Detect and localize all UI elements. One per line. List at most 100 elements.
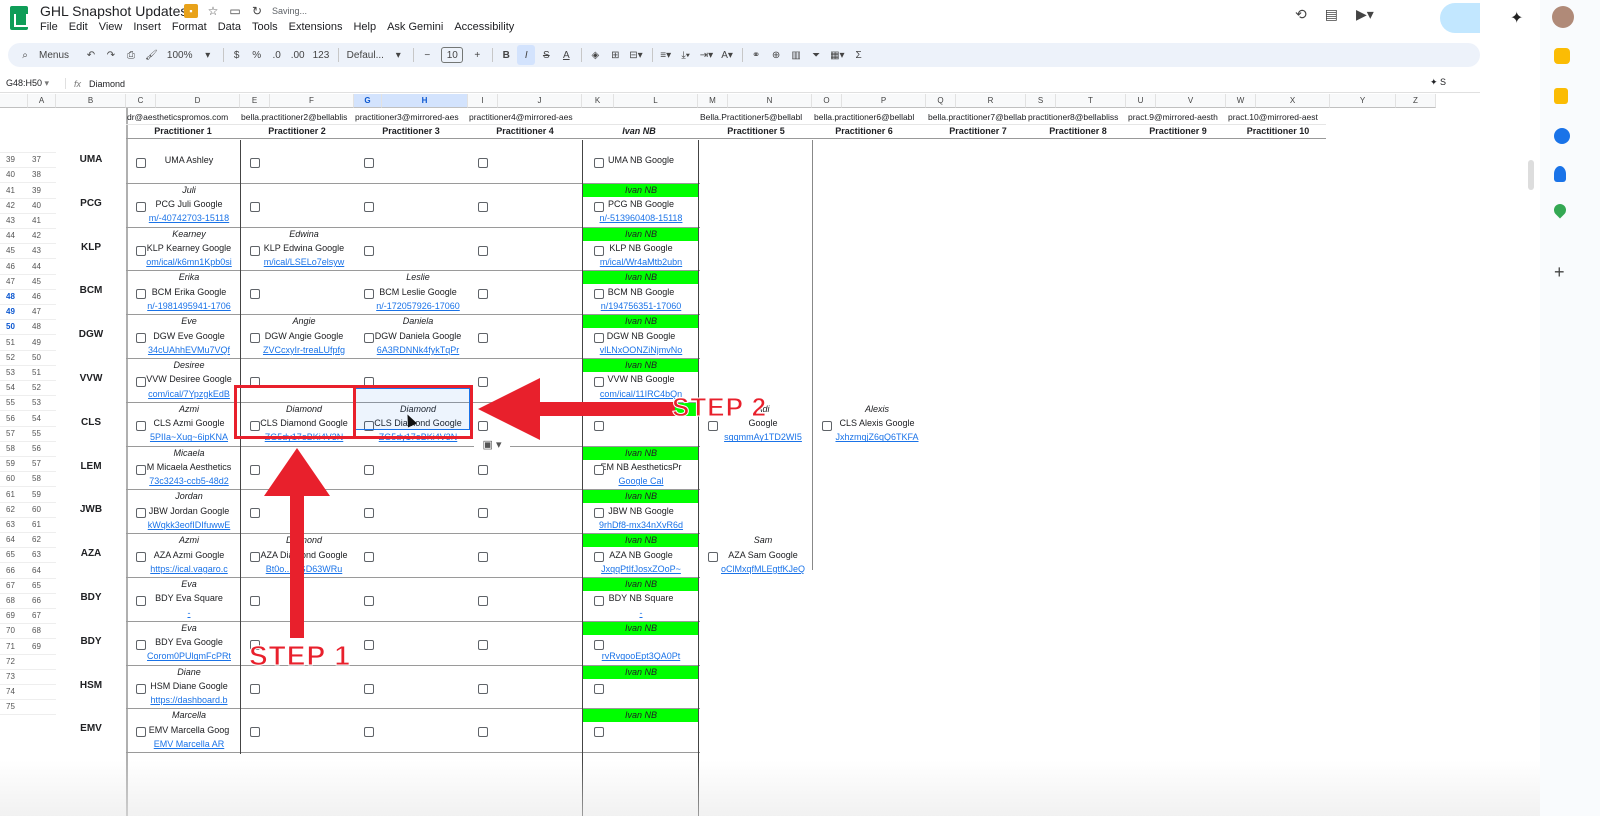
cell-p2-line3[interactable] <box>255 738 353 751</box>
menu-view[interactable]: View <box>99 21 123 33</box>
row-header[interactable]: 53 51 <box>0 366 56 381</box>
column-header-g[interactable]: G <box>354 94 382 108</box>
task-checkbox[interactable] <box>594 201 604 212</box>
column-header-u[interactable]: U <box>1126 94 1156 108</box>
cell-p1-line1[interactable]: Erika <box>141 271 237 284</box>
task-checkbox[interactable] <box>136 201 146 212</box>
cell-p1-line1[interactable]: Eva <box>141 622 237 635</box>
share-button[interactable] <box>1440 3 1480 33</box>
task-checkbox[interactable] <box>250 289 260 300</box>
row-header[interactable]: 41 39 <box>0 184 56 199</box>
strikethrough-button[interactable]: S <box>537 45 555 65</box>
cell-p1-line3[interactable]: 34cUAhhEVMu7VQf <box>141 344 237 357</box>
task-checkbox[interactable] <box>478 639 488 650</box>
cell-p5-line2[interactable]: AZA Sam Google <box>714 549 812 562</box>
cell-p3-line2[interactable] <box>369 154 467 167</box>
task-checkbox[interactable] <box>594 683 604 694</box>
column-header-a[interactable]: A <box>28 94 56 108</box>
task-checkbox[interactable] <box>594 464 604 475</box>
italic-button[interactable]: I <box>517 45 536 65</box>
gemini-icon[interactable]: ✦ <box>1510 8 1523 28</box>
cell-p1-line2[interactable]: BCM Erika Google <box>141 286 237 299</box>
task-checkbox[interactable] <box>594 377 604 387</box>
cell-p1-line2[interactable]: UMA Ashley <box>141 154 237 167</box>
menu-edit[interactable]: Edit <box>69 21 88 33</box>
cell-p2-line2[interactable] <box>255 154 353 167</box>
row-header[interactable]: 60 58 <box>0 472 56 488</box>
move-folder-icon[interactable]: ▭ <box>228 4 242 18</box>
cell-ivan-line1[interactable]: Ivan NB <box>583 359 699 372</box>
cell-p3-line1[interactable] <box>369 666 467 679</box>
cell-p2-line3[interactable] <box>255 300 353 313</box>
column-header-y[interactable]: Y <box>1330 94 1396 108</box>
cell-p2-line3[interactable]: Bt0o...hjGD63WRu <box>255 563 353 576</box>
task-checkbox[interactable] <box>594 639 604 650</box>
text-wrap-icon[interactable]: ⇥▾ <box>697 45 716 65</box>
row-header[interactable]: 67 65 <box>0 579 56 594</box>
task-checkbox[interactable] <box>250 683 260 694</box>
cell-p1-line3[interactable]: 73c3243-ccb5-48d2 <box>141 475 237 488</box>
cell-p1-line3[interactable]: Corom0PUlgmFcPRt <box>141 650 237 663</box>
column-header-w[interactable]: W <box>1226 94 1256 108</box>
currency-button[interactable]: $ <box>228 45 246 65</box>
meet-icon[interactable]: ▶▾ <box>1356 6 1374 23</box>
cell-p2-line1[interactable]: Angie <box>255 315 353 328</box>
task-checkbox[interactable] <box>364 683 374 694</box>
task-checkbox[interactable] <box>478 333 488 344</box>
task-checkbox[interactable] <box>364 333 374 344</box>
task-checkbox[interactable] <box>136 683 146 694</box>
cell-p1-line1[interactable]: Eve <box>141 315 237 328</box>
column-header-s[interactable]: S <box>1026 94 1056 108</box>
cell-ivan-line3[interactable]: n/-513960408-15118 <box>583 212 699 225</box>
cell-p3-line1[interactable] <box>369 228 467 241</box>
font-size-input[interactable]: 10 <box>441 47 464 63</box>
cell-p1-line2[interactable]: DGW Eve Google <box>141 330 237 343</box>
row-header[interactable]: 51 49 <box>0 336 56 351</box>
search-menus-label[interactable]: Menus <box>36 45 80 65</box>
cell-ivan-line1[interactable]: Ivan NB <box>583 709 699 723</box>
row-header[interactable]: 58 56 <box>0 442 56 457</box>
cell-ivan-line1[interactable]: Ivan NB <box>583 315 699 329</box>
column-header-v[interactable]: V <box>1156 94 1226 108</box>
spreadsheet-grid[interactable]: A B C D E F G H I J K L M N O P Q R S T U V W X Y Z 39 37 40 38 41 39 42… <box>0 94 1440 816</box>
row-header[interactable]: 52 50 <box>0 351 56 366</box>
history-icon[interactable]: ⟲ <box>1295 6 1307 23</box>
print-icon[interactable]: ⎙ <box>122 45 140 65</box>
font-chevron-down-icon[interactable]: ▾ <box>389 45 407 65</box>
task-checkbox[interactable] <box>478 158 488 168</box>
percent-button[interactable]: % <box>248 45 266 65</box>
cell-p2-line3[interactable] <box>255 694 353 707</box>
cell-p1-line1[interactable]: Desiree <box>141 359 237 372</box>
task-checkbox[interactable] <box>364 245 374 256</box>
cell-p1-line1[interactable]: Jordan <box>141 490 237 503</box>
cell-ivan-line1[interactable]: Ivan NB <box>583 621 699 635</box>
cell-p1-line3[interactable]: 5PIIa~Xug~6ipKNA <box>141 431 237 444</box>
task-checkbox[interactable] <box>136 508 146 519</box>
row-header[interactable]: 72 <box>0 655 56 670</box>
row-header[interactable]: 40 38 <box>0 168 56 184</box>
task-checkbox[interactable] <box>136 596 146 606</box>
merge-cells-icon[interactable]: ⊟▾ <box>626 45 645 65</box>
cell-p3-line2[interactable] <box>369 461 467 474</box>
cell-ivan-line3[interactable]: rvRvgooEpt3QA0Pt <box>583 650 699 663</box>
column-header-x[interactable]: X <box>1256 94 1330 108</box>
row-header[interactable]: 57 55 <box>0 427 56 442</box>
column-header-o[interactable]: O <box>812 94 842 108</box>
task-checkbox[interactable] <box>594 727 604 738</box>
row-header[interactable]: 54 52 <box>0 381 56 397</box>
column-header-i[interactable]: I <box>468 94 498 108</box>
cell-p3-line3[interactable] <box>369 563 467 576</box>
row-header[interactable]: 73 <box>0 670 56 685</box>
cell-ivan-line3[interactable]: n/194756351-17060 <box>583 300 699 313</box>
cell-p3-line1[interactable]: Leslie <box>369 271 467 284</box>
cell-p2-line2[interactable] <box>255 461 353 474</box>
cell-p2-line1[interactable]: Edwina <box>255 228 353 241</box>
row-header[interactable]: 55 53 <box>0 396 56 412</box>
row-header[interactable]: 69 67 <box>0 609 56 625</box>
cell-p2-line3[interactable]: m/ical/LSELo7elsyw <box>255 256 353 269</box>
row-header[interactable]: 62 60 <box>0 503 56 518</box>
cell-ivan-line1[interactable]: Ivan NB <box>583 665 699 679</box>
paste-options-icon[interactable]: ▣ ▾ <box>474 436 510 454</box>
tasks-icon[interactable] <box>1554 128 1570 144</box>
cell-p3-line3[interactable] <box>369 607 467 620</box>
